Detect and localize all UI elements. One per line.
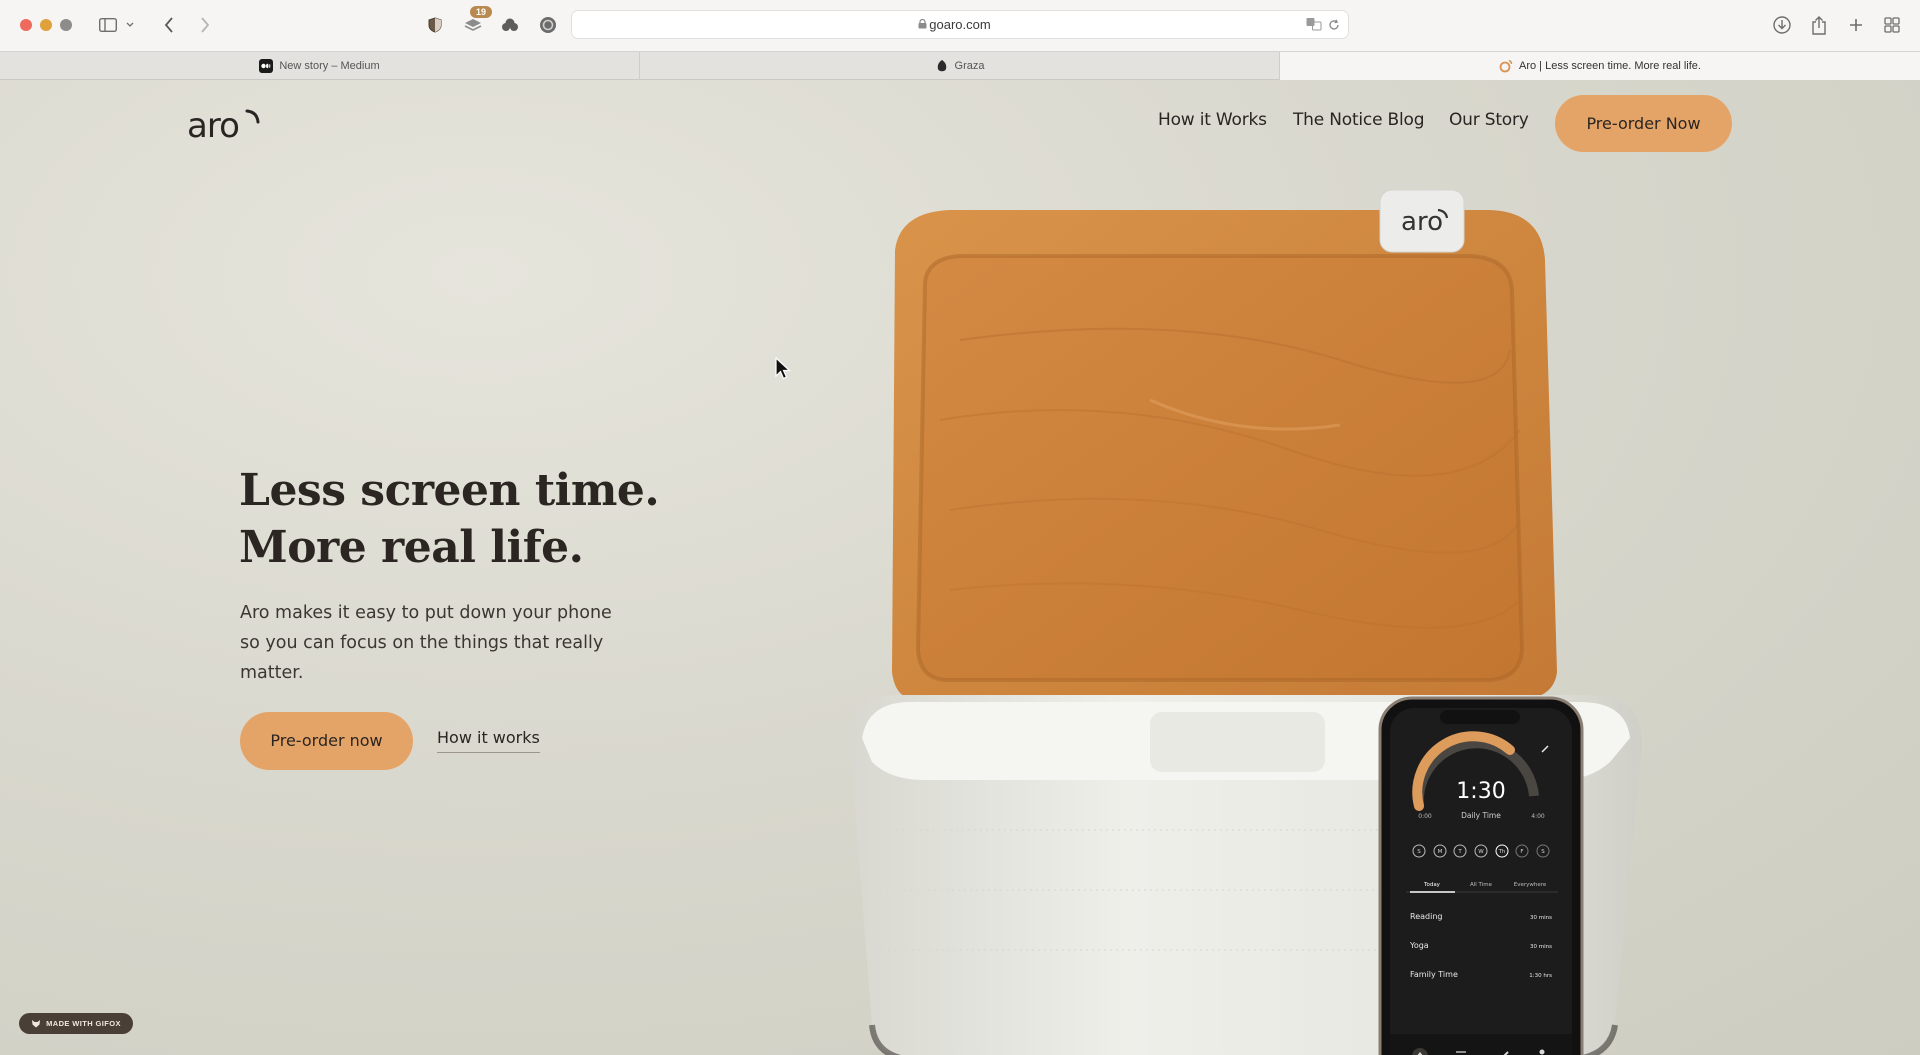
sidebar-toggle-icon[interactable] — [97, 14, 119, 36]
gifox-label: MADE WITH GIFOX — [46, 1019, 121, 1028]
tab-medium[interactable]: New story – Medium — [0, 52, 640, 80]
browser-toolbar: 19 goaro.com — [0, 0, 1920, 51]
svg-text:4:00: 4:00 — [1531, 813, 1545, 820]
chevron-down-icon[interactable] — [124, 14, 136, 36]
headline-line-2: More real life. — [239, 522, 584, 573]
graza-icon — [935, 59, 949, 73]
svg-text:Daily Time: Daily Time — [1461, 811, 1501, 820]
translate-icon[interactable] — [1306, 17, 1322, 31]
new-tab-icon[interactable] — [1845, 14, 1867, 36]
minimize-window-button[interactable] — [40, 19, 52, 31]
extension-badge: 19 — [470, 6, 492, 18]
tab-bar: New story – Medium Graza Aro | Less scre… — [0, 51, 1920, 80]
svg-text:1:30: 1:30 — [1456, 779, 1505, 804]
preorder-hero-button[interactable]: Pre-order now — [240, 712, 413, 770]
svg-text:1:30 hrs: 1:30 hrs — [1529, 973, 1552, 979]
tab-label: Aro | Less screen time. More real life. — [1519, 60, 1701, 72]
tab-overview-icon[interactable] — [1881, 14, 1903, 36]
svg-text:Yoga: Yoga — [1409, 941, 1429, 950]
forward-icon[interactable] — [194, 14, 216, 36]
svg-text:30 mins: 30 mins — [1530, 944, 1552, 950]
svg-text:M: M — [1438, 849, 1443, 855]
svg-text:Today: Today — [1423, 882, 1441, 888]
cloud-extension-icon[interactable] — [499, 14, 521, 36]
lid-label: aro — [1379, 190, 1465, 253]
nav-our-story[interactable]: Our Story — [1449, 110, 1529, 130]
how-it-works-link[interactable]: How it works — [437, 728, 540, 753]
zoom-window-button[interactable] — [60, 19, 72, 31]
download-icon[interactable] — [1771, 14, 1793, 36]
svg-text:aro: aro — [1401, 207, 1443, 237]
svg-text:aro: aro — [187, 106, 239, 143]
nav-notice-blog[interactable]: The Notice Blog — [1293, 110, 1425, 130]
reload-icon[interactable] — [1328, 18, 1340, 30]
circle-extension-icon[interactable] — [537, 14, 559, 36]
tab-aro[interactable]: Aro | Less screen time. More real life. — [1280, 52, 1920, 80]
svg-text:Family Time: Family Time — [1410, 970, 1458, 979]
svg-text:Everywhere: Everywhere — [1514, 882, 1547, 888]
back-icon[interactable] — [158, 14, 180, 36]
svg-text:30 mins: 30 mins — [1530, 915, 1552, 921]
product-image: aro 1:30 Daily Time 0:00 4:00 S M T W Th… — [849, 190, 1642, 1055]
share-icon[interactable] — [1808, 14, 1830, 36]
fox-icon — [32, 1020, 41, 1028]
svg-text:All Time: All Time — [1470, 882, 1493, 888]
tab-label: New story – Medium — [279, 60, 380, 72]
medium-icon — [259, 59, 274, 73]
hero-subtext: Aro makes it easy to put down your phone… — [240, 603, 612, 683]
gifox-watermark: MADE WITH GIFOX — [19, 1013, 133, 1034]
address-bar[interactable]: goaro.com — [571, 10, 1349, 39]
svg-text:T: T — [1457, 849, 1462, 855]
svg-text:W: W — [1478, 849, 1484, 855]
url-text: goaro.com — [929, 17, 991, 32]
aro-icon — [1499, 59, 1513, 73]
svg-text:S: S — [1541, 849, 1545, 855]
page-viewport: aro How it Works The Notice Blog Our Sto… — [0, 80, 1920, 1055]
headline-line-1: Less screen time. — [239, 465, 660, 516]
svg-text:Reading: Reading — [1410, 912, 1442, 921]
tab-label: Graza — [954, 60, 985, 72]
svg-text:S: S — [1417, 849, 1421, 855]
wood-lid — [892, 210, 1557, 700]
svg-text:Th: Th — [1498, 849, 1506, 855]
tab-graza[interactable]: Graza — [640, 52, 1280, 80]
svg-text:F: F — [1520, 849, 1523, 855]
nav-how-it-works[interactable]: How it Works — [1158, 110, 1267, 130]
aro-logo[interactable]: aro — [187, 103, 261, 146]
mouse-cursor-icon — [775, 357, 792, 380]
close-window-button[interactable] — [20, 19, 32, 31]
hero-headline: Less screen time. More real life. — [239, 462, 660, 576]
svg-text:0:00: 0:00 — [1418, 813, 1432, 820]
preorder-nav-button[interactable]: Pre-order Now — [1555, 95, 1732, 152]
shield-icon[interactable] — [424, 14, 446, 36]
phone: 1:30 Daily Time 0:00 4:00 S M T W Th F S… — [1378, 696, 1584, 1055]
